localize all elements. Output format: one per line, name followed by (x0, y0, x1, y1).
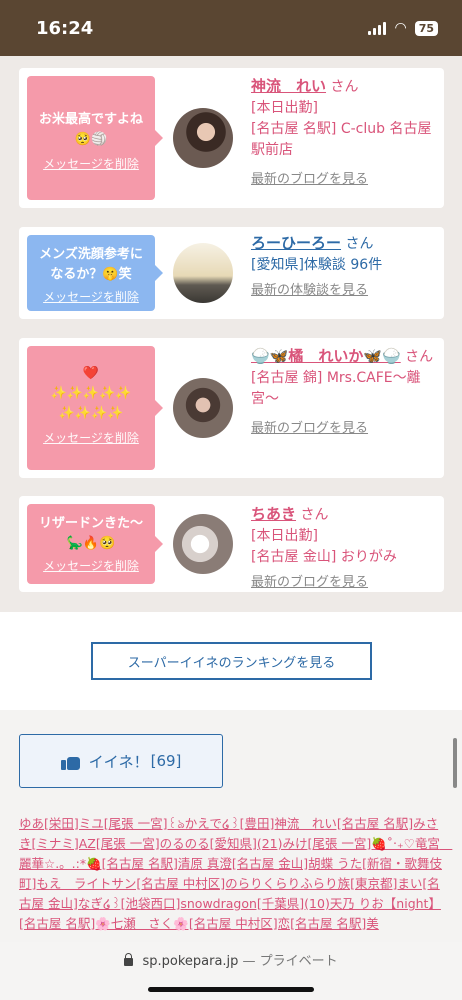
message-card: リザードンきた〜🦕🔥🥺 メッセージを削除 ちあき さん [本日出勤] [名古屋 … (19, 496, 444, 592)
url-suffix: — プライベート (242, 954, 338, 969)
message-bubble: メンズ洗顔参考になるか？🤫笑 メッセージを削除 (27, 235, 163, 311)
user-detail: [本日出勤] [名古屋 名駅] C-club 名古屋駅前店 (251, 100, 432, 158)
card-info: 神流 れい さん [本日出勤] [名古屋 名駅] C-club 名古屋駅前店 最… (251, 76, 436, 190)
browser-url-bar[interactable]: sp.pokepara.jp — プライベート (0, 942, 462, 1000)
latest-blog-link[interactable]: 最新のブログを見る (251, 418, 436, 439)
message-text: ❤️ ✨✨✨✨✨ ✨✨✨✨ (50, 366, 132, 421)
avatar[interactable] (173, 108, 233, 168)
signal-icon (368, 21, 387, 35)
message-list: お米最高ですよね🥺🏐 メッセージを削除 神流 れい さん [本日出勤] [名古屋… (0, 56, 462, 612)
delete-message-link[interactable]: メッセージを削除 (27, 428, 155, 448)
status-bar: 16:24 ◠ 75 (0, 0, 462, 56)
avatar[interactable] (173, 243, 233, 303)
message-text: リザードンきた〜🦕🔥🥺 (38, 516, 143, 551)
super-like-ranking-button[interactable]: スーパーイイネのランキングを見る (91, 642, 372, 680)
wifi-icon: ◠ (394, 20, 407, 36)
delete-message-link[interactable]: メッセージを削除 (27, 287, 155, 307)
like-count: [69] (150, 752, 182, 770)
card-info: ろーひーろー さん [愛知県]体験談 96件 最新の体験談を見る (251, 233, 436, 301)
message-bubble: お米最高ですよね🥺🏐 メッセージを削除 (27, 76, 163, 200)
latest-review-link[interactable]: 最新の体験談を見る (251, 280, 436, 301)
honorific: さん (405, 349, 434, 365)
user-name-link[interactable]: ろーひーろー (251, 234, 341, 252)
message-card: メンズ洗顔参考になるか？🤫笑 メッセージを削除 ろーひーろー さん [愛知県]体… (19, 227, 444, 319)
url-display[interactable]: sp.pokepara.jp — プライベート (0, 950, 462, 969)
honorific: さん (300, 507, 329, 523)
avatar[interactable] (173, 378, 233, 438)
card-info: ちあき さん [本日出勤] [名古屋 金山] おりがみ 最新のブログを見る (251, 504, 436, 593)
status-icons: ◠ 75 (368, 20, 438, 36)
like-section: イイネ！ [69] ゆあ[栄田]ミユ[尾張 一宮]꒰ঌかえで໒꒱[豊田]神流 れ… (0, 710, 462, 942)
thumbs-up-icon (60, 752, 81, 770)
honorific: さん (345, 236, 374, 252)
like-button[interactable]: イイネ！ [69] (19, 734, 223, 788)
message-text: お米最高ですよね🥺🏐 (38, 112, 143, 147)
user-name-link[interactable]: ちあき (251, 505, 296, 523)
message-text: メンズ洗顔参考になるか？🤫笑 (39, 247, 143, 282)
delete-message-link[interactable]: メッセージを削除 (27, 556, 155, 576)
message-bubble: ❤️ ✨✨✨✨✨ ✨✨✨✨ メッセージを削除 (27, 346, 163, 470)
scrollbar[interactable] (453, 738, 457, 788)
honorific: さん (330, 79, 359, 95)
latest-blog-link[interactable]: 最新のブログを見る (251, 572, 436, 593)
card-info: 🍚🦋橘 れいか🦋🍚 さん [名古屋 錦] Mrs.CAFE〜離宮〜 最新のブログ… (251, 346, 436, 439)
user-detail: [名古屋 錦] Mrs.CAFE〜離宮〜 (251, 370, 421, 407)
user-name-link[interactable]: 神流 れい (251, 77, 326, 95)
message-card: お米最高ですよね🥺🏐 メッセージを削除 神流 れい さん [本日出勤] [名古屋… (19, 68, 444, 208)
user-detail: [本日出勤] [名古屋 金山] おりがみ (251, 528, 397, 565)
like-label: イイネ！ (88, 752, 149, 771)
url-domain: sp.pokepara.jp (142, 954, 239, 969)
delete-message-link[interactable]: メッセージを削除 (27, 154, 155, 174)
ranking-section: スーパーイイネのランキングを見る (0, 612, 462, 710)
latest-blog-link[interactable]: 最新のブログを見る (251, 169, 436, 190)
user-name-link[interactable]: 🍚🦋橘 れいか🦋🍚 (251, 347, 401, 365)
message-card: ❤️ ✨✨✨✨✨ ✨✨✨✨ メッセージを削除 🍚🦋橘 れいか🦋🍚 さん [名古屋… (19, 338, 444, 478)
message-bubble: リザードンきた〜🦕🔥🥺 メッセージを削除 (27, 504, 163, 584)
user-detail: [愛知県]体験談 96件 (251, 257, 383, 273)
likers-list[interactable]: ゆあ[栄田]ミユ[尾張 一宮]꒰ঌかえで໒꒱[豊田]神流 れい[名古屋 名駅]み… (19, 814, 452, 934)
home-indicator[interactable] (148, 987, 314, 992)
avatar[interactable] (173, 514, 233, 574)
status-time: 16:24 (36, 18, 94, 39)
battery-icon: 75 (414, 20, 438, 36)
lock-icon (124, 952, 134, 966)
